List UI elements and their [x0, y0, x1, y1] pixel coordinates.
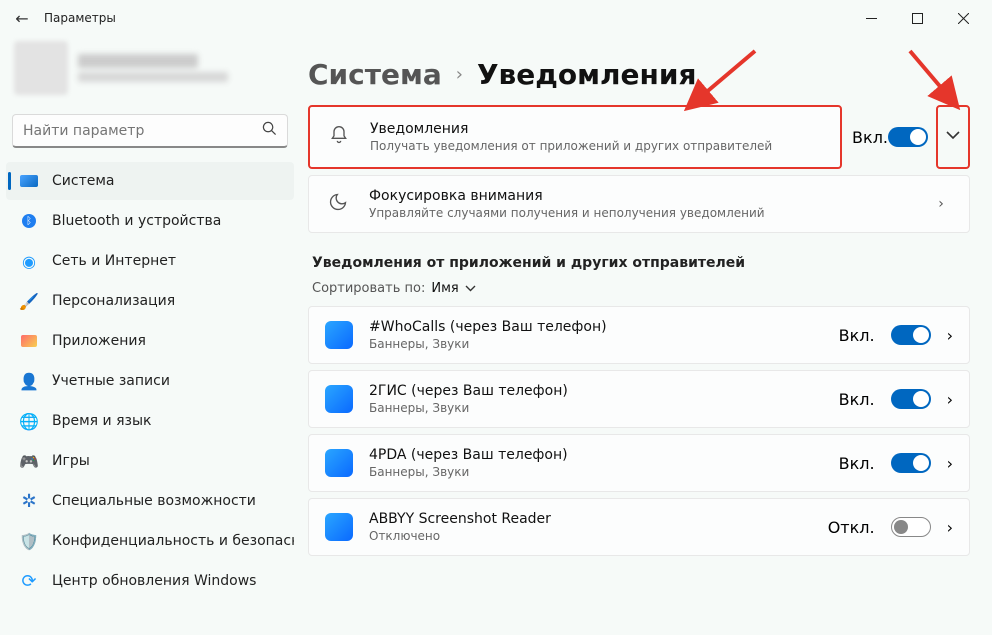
card-subtitle: Управляйте случаями получения и неполуче… — [369, 206, 911, 220]
nav-privacy[interactable]: 🛡️ Конфиденциальность и безопасность — [6, 522, 294, 560]
nav-label: Конфиденциальность и безопасность — [52, 533, 294, 549]
nav-gaming[interactable]: 🎮 Игры — [6, 442, 294, 480]
search-icon — [262, 121, 277, 140]
app-name: ABBYY Screenshot Reader — [369, 511, 812, 527]
nav-accessibility[interactable]: ✲ Специальные возможности — [6, 482, 294, 520]
nav-label: Игры — [52, 453, 90, 469]
brush-icon: 🖌️ — [20, 292, 38, 310]
sidebar: Система ᛒ Bluetooth и устройства ◉ Сеть и … — [0, 36, 300, 635]
nav-label: Система — [52, 173, 114, 189]
bluetooth-icon: ᛒ — [20, 212, 38, 230]
nav-label: Персонализация — [52, 293, 175, 309]
app-name: 2ГИС (через Ваш телефон) — [369, 383, 823, 399]
toggle-state: Вкл. — [852, 128, 888, 147]
nav-label: Специальные возможности — [52, 493, 256, 509]
app-icon — [325, 449, 353, 477]
sort-label: Сортировать по: — [312, 281, 425, 296]
accessibility-icon: ✲ — [20, 492, 38, 510]
chevron-down-icon — [946, 125, 960, 144]
app-row[interactable]: 2ГИС (через Ваш телефон) Баннеры, Звуки Вк… — [308, 370, 970, 428]
nav-network[interactable]: ◉ Сеть и Интернет — [6, 242, 294, 280]
minimize-button[interactable] — [848, 2, 894, 34]
card-title: Фокусировка внимания — [369, 188, 911, 204]
sort-value: Имя — [431, 281, 458, 296]
avatar — [14, 41, 68, 95]
person-icon: 👤 — [20, 372, 38, 390]
window-title: Параметры — [44, 11, 116, 25]
app-toggle[interactable] — [891, 325, 931, 345]
nav-time[interactable]: 🌐 Время и язык — [6, 402, 294, 440]
card-notifications[interactable]: Уведомления Получать уведомления от прил… — [308, 105, 842, 169]
chevron-right-icon: › — [947, 390, 953, 409]
chevron-down-icon — [465, 281, 476, 296]
expand-button[interactable] — [936, 105, 970, 169]
shield-icon: 🛡️ — [20, 532, 38, 550]
card-subtitle: Получать уведомления от приложений и дру… — [370, 139, 824, 153]
app-sub: Баннеры, Звуки — [369, 465, 823, 479]
nav-label: Сеть и Интернет — [52, 253, 176, 269]
search-box[interactable] — [12, 114, 288, 148]
app-name: 4PDA (через Ваш телефон) — [369, 447, 823, 463]
chevron-right-icon: › — [929, 196, 953, 212]
app-sub: Баннеры, Звуки — [369, 401, 823, 415]
search-input[interactable] — [23, 123, 262, 139]
nav-label: Время и язык — [52, 413, 151, 429]
apps-icon — [20, 332, 38, 350]
app-toggle[interactable] — [891, 453, 931, 473]
nav-apps[interactable]: Приложения — [6, 322, 294, 360]
nav-label: Учетные записи — [52, 373, 170, 389]
chevron-right-icon: › — [456, 64, 463, 85]
app-row[interactable]: ABBYY Screenshot Reader Отключено Откл. › — [308, 498, 970, 556]
app-icon — [325, 385, 353, 413]
card-focus[interactable]: Фокусировка внимания Управляйте случаями… — [308, 175, 970, 233]
globe-icon: 🌐 — [20, 412, 38, 430]
app-icon — [325, 513, 353, 541]
wifi-icon: ◉ — [20, 252, 38, 270]
user-block[interactable] — [6, 40, 294, 96]
toggle-state: Вкл. — [839, 454, 875, 473]
section-heading: Уведомления от приложений и других отпра… — [312, 255, 970, 271]
close-button[interactable] — [940, 2, 986, 34]
nav-label: Bluetooth и устройства — [52, 213, 221, 229]
nav-update[interactable]: ⟳ Центр обновления Windows — [6, 562, 294, 600]
app-name: #WhoCalls (через Ваш телефон) — [369, 319, 823, 335]
bell-icon — [326, 125, 352, 150]
back-button[interactable]: ← — [6, 2, 38, 34]
breadcrumb: Система › Уведомления — [308, 58, 970, 91]
chevron-right-icon: › — [947, 518, 953, 537]
nav-accounts[interactable]: 👤 Учетные записи — [6, 362, 294, 400]
card-title: Уведомления — [370, 121, 824, 137]
app-row[interactable]: 4PDA (через Ваш телефон) Баннеры, Звуки Вк… — [308, 434, 970, 492]
sort-control[interactable]: Сортировать по: Имя — [312, 281, 970, 296]
chevron-right-icon: › — [947, 326, 953, 345]
nav-bluetooth[interactable]: ᛒ Bluetooth и устройства — [6, 202, 294, 240]
app-sub: Баннеры, Звуки — [369, 337, 823, 351]
system-icon — [20, 172, 38, 190]
app-toggle[interactable] — [891, 517, 931, 537]
moon-icon — [325, 192, 351, 217]
nav-personalization[interactable]: 🖌️ Персонализация — [6, 282, 294, 320]
nav-label: Приложения — [52, 333, 146, 349]
app-toggle[interactable] — [891, 389, 931, 409]
main: Система › Уведомления Уведомления Получа… — [300, 36, 992, 635]
notifications-toggle[interactable] — [888, 127, 928, 147]
toggle-state: Вкл. — [839, 390, 875, 409]
titlebar: ← Параметры — [0, 0, 992, 36]
app-icon — [325, 321, 353, 349]
nav-label: Центр обновления Windows — [52, 573, 256, 589]
nav-system[interactable]: Система — [6, 162, 294, 200]
toggle-state: Откл. — [828, 518, 875, 537]
chevron-right-icon: › — [947, 454, 953, 473]
update-icon: ⟳ — [20, 572, 38, 590]
page-title: Уведомления — [477, 58, 696, 91]
breadcrumb-parent[interactable]: Система — [308, 58, 442, 91]
gamepad-icon: 🎮 — [20, 452, 38, 470]
nav: Система ᛒ Bluetooth и устройства ◉ Сеть и … — [6, 162, 294, 600]
app-row[interactable]: #WhoCalls (через Ваш телефон) Баннеры, Зв… — [308, 306, 970, 364]
maximize-button[interactable] — [894, 2, 940, 34]
toggle-state: Вкл. — [839, 326, 875, 345]
app-sub: Отключено — [369, 529, 812, 543]
